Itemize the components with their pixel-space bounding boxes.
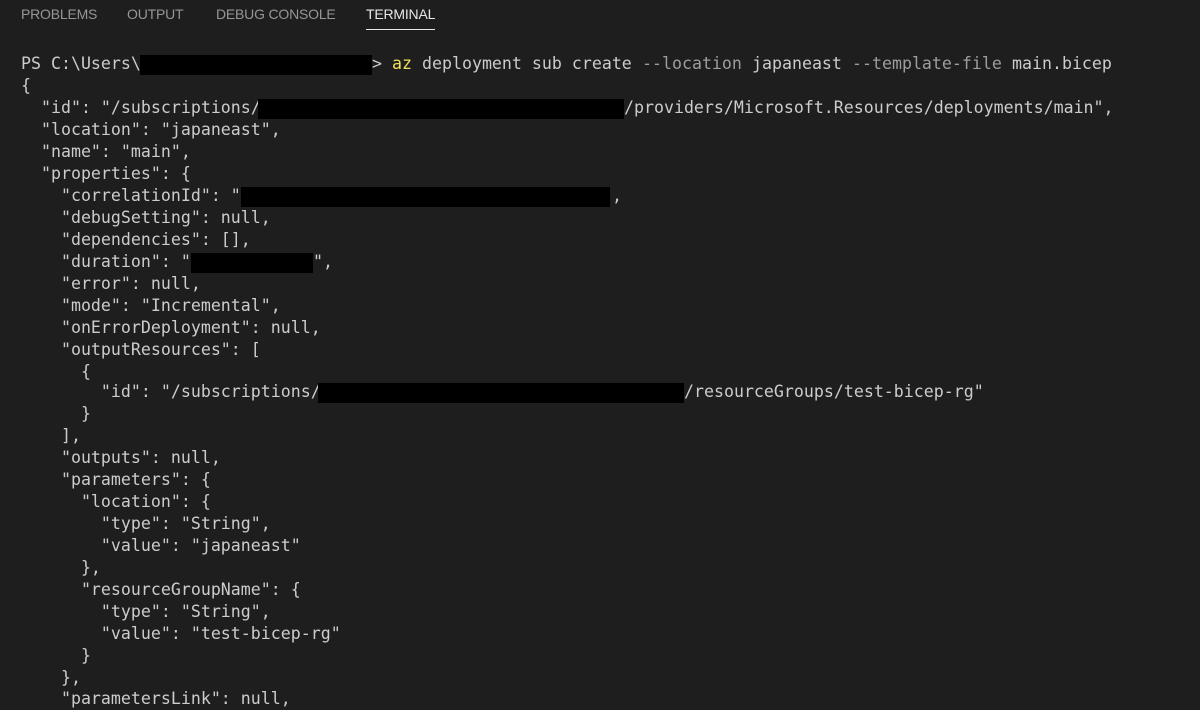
output-line: "outputResources": [ [21,340,261,359]
output-text: "duration": " [21,252,191,271]
output-text: ", [313,252,333,271]
command-args: deployment sub create [422,54,632,73]
output-line: "error": null, [21,274,201,293]
output-line-resource-id: "id": "/subscriptions/ /resourceGroups/t… [0,381,1200,403]
terminal-output[interactable]: PS C:\Users\ > az deployment sub create … [0,50,1200,710]
output-line: "location": { [21,492,211,511]
output-line: "dependencies": [], [21,230,251,249]
command-az: az [392,54,412,73]
tab-terminal[interactable]: TERMINAL [366,6,436,30]
output-line: } [21,646,91,665]
output-line: "value": "test-bicep-rg" [21,624,341,643]
tab-debug-console[interactable]: DEBUG CONSOLE [216,6,336,22]
output-line-id: "id": "/subscriptions/ /providers/Micros… [0,97,1200,119]
output-line: "location": "japaneast", [21,120,281,139]
flag-location: --location [642,54,742,73]
output-line: "resourceGroupName": { [21,580,301,599]
output-line: "type": "String", [21,514,271,533]
output-line: { [21,362,91,381]
output-text: , [612,186,622,205]
output-line: "properties": { [21,164,191,183]
output-line: "name": "main", [21,142,191,161]
output-line: "parametersLink": null, [21,689,291,708]
output-text: /providers/Microsoft.Resources/deploymen… [624,98,1114,117]
output-text: /resourceGroups/test-bicep-rg" [684,382,984,401]
flag-template-file: --template-file [852,54,1002,73]
output-line: "onErrorDeployment": null, [21,318,321,337]
tab-problems[interactable]: PROBLEMS [21,6,97,22]
active-tab-indicator [366,29,436,30]
location-value: japaneast [752,54,842,73]
output-text: "correlationId": " [21,186,241,205]
output-line: "mode": "Incremental", [21,296,281,315]
output-line: "value": "japaneast" [21,536,301,555]
output-line: "debugSetting": null, [21,208,271,227]
redacted-subscription-id [318,383,684,403]
output-line: "type": "String", [21,602,271,621]
output-text: "id": "/subscriptions/ [21,98,261,117]
template-value: main.bicep [1012,54,1112,73]
output-line: }, [21,558,101,577]
output-line: "outputs": null, [21,448,221,467]
output-line: ], [21,426,81,445]
redacted-subscription-id [258,99,624,119]
redacted-username [140,55,372,75]
tab-terminal-label: TERMINAL [366,6,436,22]
prompt-line: PS C:\Users\ > az deployment sub create … [0,53,1200,75]
tab-output[interactable]: OUTPUT [127,6,184,22]
panel-tab-bar: PROBLEMS OUTPUT DEBUG CONSOLE TERMINAL [0,0,1200,34]
output-line: }, [21,668,81,687]
output-text: "id": "/subscriptions/ [21,382,321,401]
redacted-correlation-id [241,187,610,207]
output-line: "parameters": { [21,470,211,489]
output-line: } [21,404,91,423]
output-line: { [21,76,31,95]
prompt-suffix: > [372,54,382,73]
prompt-prefix: PS C:\Users\ [21,54,141,73]
output-line-duration: "duration": " ", [0,251,1200,273]
output-line-correlation: "correlationId": " , [0,185,1200,207]
redacted-duration [191,253,313,273]
